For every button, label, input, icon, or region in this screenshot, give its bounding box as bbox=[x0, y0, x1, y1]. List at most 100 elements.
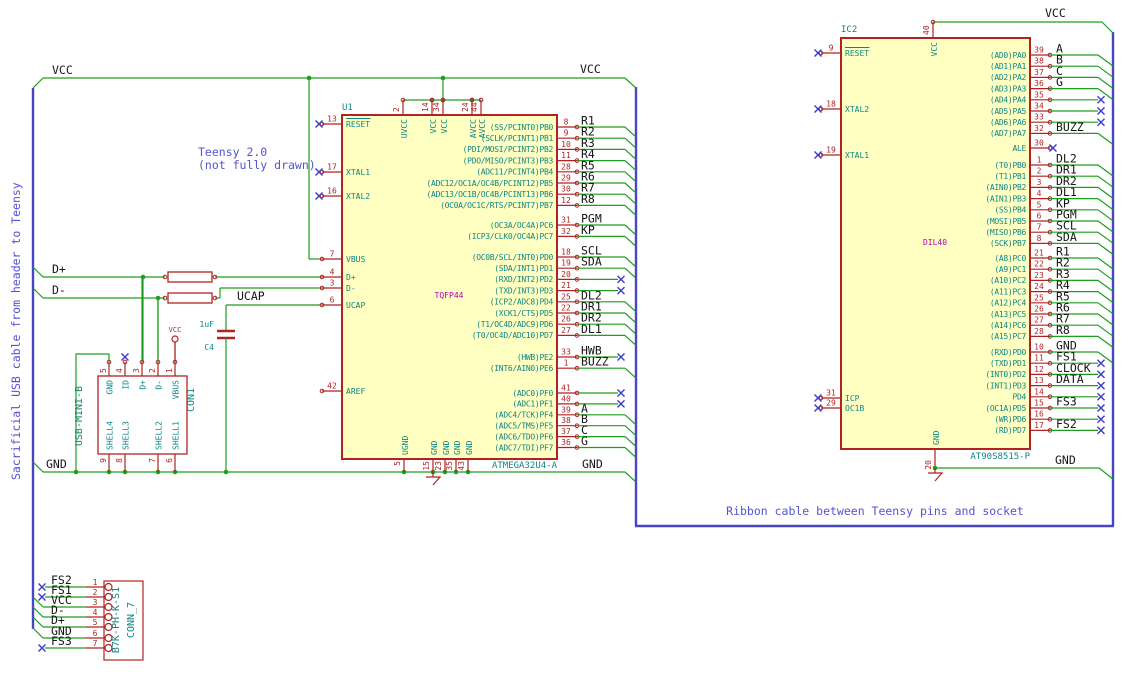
schematic-drawing: VCC VCCGND GNDD+D- UCAP1uFC4U1TQFP44ATMEGA3… bbox=[31, 6, 1115, 661]
bus-entry bbox=[1097, 186, 1114, 199]
bus-entry bbox=[32, 287, 44, 299]
gnd-symbol bbox=[426, 476, 442, 486]
pin-name: (MOSI)PB5 bbox=[985, 217, 1026, 226]
bus-entry bbox=[1097, 198, 1114, 211]
pin-number: 37 bbox=[561, 427, 571, 436]
pin-name: (ICP2/ADC8)PD4 bbox=[490, 298, 554, 307]
net-label-DL1: DL1 bbox=[581, 322, 602, 336]
bus-entry bbox=[1097, 164, 1114, 177]
net-label-FS3: FS3 bbox=[1056, 395, 1077, 409]
bus-entry bbox=[1097, 88, 1114, 101]
pin-number: 36 bbox=[561, 438, 571, 447]
bus-entry bbox=[32, 627, 44, 639]
pin-number: 10 bbox=[1034, 343, 1044, 352]
pin-number: 6 bbox=[165, 458, 174, 463]
pin-name: (T1)PB1 bbox=[994, 172, 1026, 181]
pin-number: 3 bbox=[330, 279, 335, 288]
pin-number: 21 bbox=[561, 281, 571, 290]
bus-entry bbox=[624, 301, 637, 313]
bus-entry bbox=[624, 414, 637, 426]
pin-number: 6 bbox=[330, 296, 335, 305]
bus-entry bbox=[1097, 324, 1114, 337]
pin-name: XTAL1 bbox=[346, 168, 370, 177]
bus-entry bbox=[1097, 76, 1114, 89]
pin-name: (PDI/MOSI/PCINT2)PB2 bbox=[463, 145, 554, 154]
pin-number: 31 bbox=[826, 389, 836, 398]
pin-name: OC1B bbox=[845, 404, 864, 413]
pin-name: ICP bbox=[845, 394, 860, 403]
pin-number: 12 bbox=[1034, 365, 1044, 374]
pin-number: 7 bbox=[1037, 223, 1042, 232]
pin-name: (T1/OC4D/ADC9)PD6 bbox=[476, 320, 553, 329]
capacitor-C4-ref: C4 bbox=[204, 343, 214, 352]
bus-entry bbox=[1097, 242, 1114, 255]
net-label-DATA: DATA bbox=[1056, 372, 1084, 386]
pin-name: (AIN0)PB2 bbox=[985, 183, 1026, 192]
pin-name: AVCC bbox=[469, 119, 478, 138]
pin-name: UGND bbox=[401, 436, 410, 455]
pin-number: 16 bbox=[327, 187, 337, 196]
pin-number: 1 bbox=[1037, 156, 1042, 165]
pin-number: 35 bbox=[1034, 90, 1044, 99]
net-label-GND: GND bbox=[582, 457, 603, 471]
gnd-symbol bbox=[928, 472, 944, 482]
pin-number: 4 bbox=[115, 368, 124, 373]
pin-number: 3 bbox=[132, 368, 141, 373]
pin-number: 40 bbox=[561, 394, 571, 403]
net-label-SDA: SDA bbox=[581, 255, 602, 269]
ic-U1-ref: U1 bbox=[342, 103, 353, 113]
net-label-R8: R8 bbox=[1056, 323, 1070, 337]
bus-entry bbox=[32, 596, 44, 608]
pin-name: (TXD/INT3)PD3 bbox=[494, 286, 553, 295]
pin-name: (ICP3/CLK0/OC4A)PC7 bbox=[467, 232, 553, 241]
bus-entry bbox=[1097, 302, 1114, 315]
pin-name: VCC bbox=[429, 119, 438, 134]
bus-entry bbox=[624, 256, 637, 268]
bus-entry bbox=[32, 461, 44, 473]
pin-name: (A9)PC1 bbox=[994, 265, 1026, 274]
pin-name: (SS/PCINT0)PB0 bbox=[490, 123, 554, 132]
pin-name: D- bbox=[346, 284, 356, 293]
pin-number: 9 bbox=[99, 458, 108, 463]
capacitor-C4-value: 1uF bbox=[200, 320, 215, 329]
pin-name: (A14)PC6 bbox=[990, 321, 1027, 330]
pin-name: (ADC12/OC1A/OC4B/PCINT12)PB5 bbox=[427, 179, 554, 188]
connector-CON1-ref: CON1 bbox=[186, 388, 197, 412]
pin-number: 15 bbox=[1034, 399, 1044, 408]
pin-name: (PDO/MISO/PCINT3)PB3 bbox=[463, 156, 554, 165]
pin-number: 19 bbox=[561, 259, 571, 268]
pin-name: UCAP bbox=[346, 301, 365, 310]
pin-name: (AD7)PA7 bbox=[990, 129, 1027, 138]
pin-number: 32 bbox=[1034, 124, 1044, 133]
pin-name: GND bbox=[453, 440, 462, 455]
bus-entry bbox=[1097, 132, 1114, 145]
pin-number: 2 bbox=[93, 588, 98, 597]
net-label-UCAP: UCAP bbox=[237, 289, 265, 303]
pin-number: 1 bbox=[564, 359, 569, 368]
pin-name: (RD)PD7 bbox=[994, 426, 1026, 435]
net-label-FS3: FS3 bbox=[51, 634, 72, 648]
pin-name: (OC0A/OC1C/RTS/PCINT7)PB7 bbox=[440, 201, 553, 210]
bus-entry bbox=[32, 616, 44, 628]
bus-entry bbox=[624, 267, 637, 279]
pin-name: (AD1)PA1 bbox=[990, 62, 1027, 71]
pin-name: (XCK1/CTS)PD5 bbox=[494, 309, 553, 318]
pin-number: 35 bbox=[445, 461, 454, 471]
pin-name: (TXD)PD1 bbox=[990, 359, 1027, 368]
pin-name: (AIN1)PB3 bbox=[985, 194, 1026, 203]
pin-name: (ADC6/TDO)PF6 bbox=[494, 432, 553, 441]
bus-entry bbox=[624, 137, 637, 149]
pin-number: 27 bbox=[1034, 316, 1044, 325]
ic-U1-footprint: TQFP44 bbox=[435, 291, 464, 300]
pin-number: 34 bbox=[432, 102, 441, 112]
pin-number: 3 bbox=[1037, 178, 1042, 187]
pin-name: (T0)PB0 bbox=[994, 161, 1026, 170]
bus-entry bbox=[1098, 467, 1114, 480]
pin-name: AREF bbox=[346, 387, 365, 396]
pin-name: (WR)PD6 bbox=[994, 415, 1026, 424]
pin-number: 30 bbox=[1034, 139, 1044, 148]
pin-number: 24 bbox=[461, 102, 470, 112]
pin-name: (ADC11/PCINT4)PB4 bbox=[476, 168, 553, 177]
note-teensy-line1: Teensy 2.0 bbox=[198, 145, 268, 159]
pin-number: 14 bbox=[1034, 387, 1044, 396]
